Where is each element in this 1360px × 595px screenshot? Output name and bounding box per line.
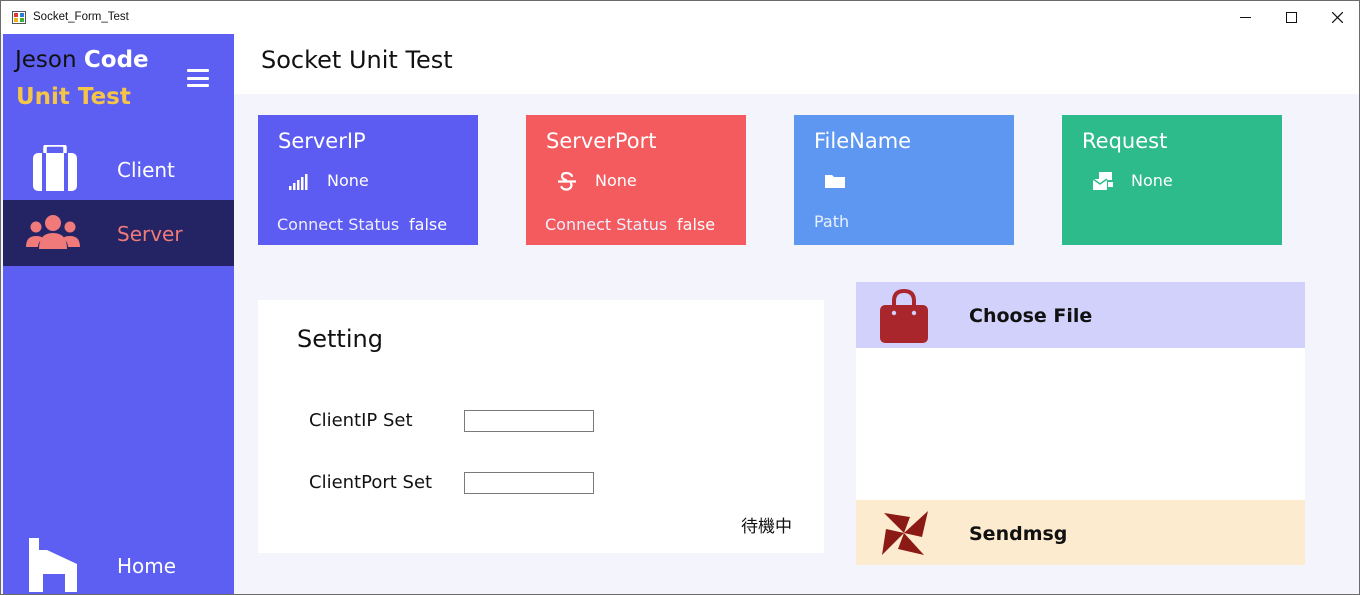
choose-file-label: Choose File xyxy=(969,305,1093,327)
close-button[interactable] xyxy=(1314,1,1359,34)
card-title: Request xyxy=(1082,129,1168,153)
client-port-label: ClientPort Set xyxy=(309,472,433,493)
server-ip-value: None xyxy=(327,171,369,190)
setting-title: Setting xyxy=(297,325,383,353)
connect-status-value: false xyxy=(409,215,448,234)
sidebar-item-label: Client xyxy=(117,158,175,182)
connect-status-value: false xyxy=(677,215,716,234)
maximize-icon xyxy=(1285,12,1297,23)
brand-bold: Code xyxy=(83,47,149,73)
app-icon xyxy=(12,11,26,24)
choose-file-button[interactable]: Choose File xyxy=(856,282,1305,348)
maximize-button[interactable] xyxy=(1268,1,1314,34)
card-title: FileName xyxy=(814,129,912,153)
minimize-icon xyxy=(1239,17,1251,18)
card-request: Request None xyxy=(1062,115,1282,245)
brand-title: Jeson Code xyxy=(15,47,149,73)
card-server-port: ServerPort None Connect Status false xyxy=(526,115,746,245)
sidebar-item-home[interactable]: Home xyxy=(3,532,234,594)
minimize-button[interactable] xyxy=(1222,1,1268,34)
client-port-input[interactable] xyxy=(464,472,594,494)
page-title: Socket Unit Test xyxy=(261,46,453,74)
status-text: 待機中 xyxy=(741,517,792,537)
briefcase-icon xyxy=(33,145,77,191)
sidebar-item-client[interactable]: Client xyxy=(3,136,234,202)
home-icon xyxy=(29,538,77,592)
path-label: Path xyxy=(814,212,850,231)
brand-prefix: Jeson xyxy=(15,47,77,73)
sidebar: Jeson Code Unit Test Client Server Home xyxy=(3,34,234,594)
card-server-ip: ServerIP None Connect Status false xyxy=(258,115,478,245)
request-value: None xyxy=(1131,171,1173,190)
page-header: Socket Unit Test xyxy=(234,34,1359,94)
sendmsg-label: Sendmsg xyxy=(969,523,1068,545)
folder-icon xyxy=(825,175,845,188)
client-ip-input[interactable] xyxy=(464,410,594,432)
card-file-name: FileName Path xyxy=(794,115,1014,245)
signal-icon xyxy=(289,174,308,190)
card-title: ServerIP xyxy=(278,129,366,153)
app-window: Socket_Form_Test Jeson Code Unit Test Cl… xyxy=(0,0,1360,595)
close-icon xyxy=(1331,12,1343,23)
connect-status-label: Connect Status xyxy=(545,215,668,234)
strikethrough-icon xyxy=(558,171,576,191)
shopping-bag-icon xyxy=(880,288,928,343)
pinwheel-icon xyxy=(882,511,928,555)
brand-subtitle: Unit Test xyxy=(16,84,131,110)
users-icon xyxy=(26,215,80,249)
sidebar-item-label: Home xyxy=(117,554,177,578)
connect-status-label: Connect Status xyxy=(277,215,400,234)
server-port-value: None xyxy=(595,171,637,190)
sendmsg-button[interactable]: Sendmsg xyxy=(856,500,1305,565)
title-bar: Socket_Form_Test xyxy=(1,1,1359,34)
sidebar-item-server[interactable]: Server xyxy=(3,200,234,266)
sidebar-item-label: Server xyxy=(117,222,183,246)
hamburger-menu-icon[interactable] xyxy=(187,69,209,87)
client-ip-label: ClientIP Set xyxy=(309,410,413,431)
card-title: ServerPort xyxy=(546,129,657,153)
window-title: Socket_Form_Test xyxy=(33,11,129,23)
mail-bulk-icon xyxy=(1092,172,1113,190)
setting-panel: Setting ClientIP Set ClientPort Set 待機中 xyxy=(258,300,824,553)
file-panel: Choose File Sendmsg xyxy=(856,282,1305,565)
